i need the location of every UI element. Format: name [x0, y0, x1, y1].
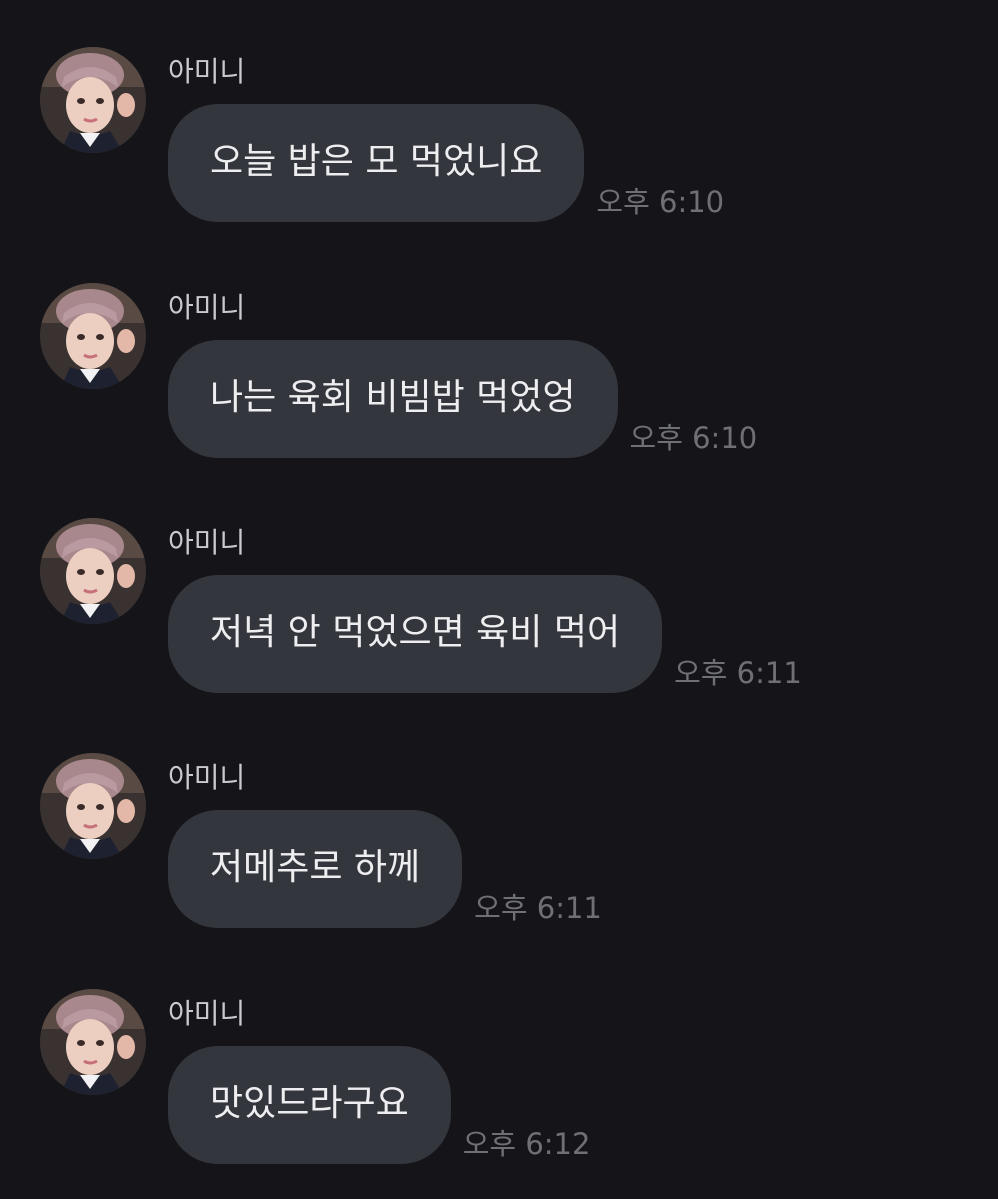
message-row: 나는 육회 비빔밥 먹었엉 오후 6:10 — [168, 340, 757, 458]
profile-photo-icon — [40, 518, 146, 624]
chat-message: 아미니 맛있드라구요 오후 6:12 — [0, 944, 998, 1180]
message-bubble[interactable]: 오늘 밥은 모 먹었니요 — [168, 104, 585, 222]
message-bubble[interactable]: 나는 육회 비빔밥 먹었엉 — [168, 340, 618, 458]
message-row: 맛있드라구요 오후 6:12 — [168, 1046, 590, 1164]
sender-avatar[interactable] — [40, 47, 146, 153]
message-row: 저녁 안 먹었으면 육비 먹어 오후 6:11 — [168, 575, 802, 693]
message-row: 오늘 밥은 모 먹었니요 오후 6:10 — [168, 104, 724, 222]
sender-avatar[interactable] — [40, 989, 146, 1095]
profile-photo-icon — [40, 753, 146, 859]
message-timestamp: 오후 6:10 — [629, 421, 758, 455]
sender-name: 아미니 — [168, 526, 246, 559]
message-bubble[interactable]: 저메추로 하께 — [168, 810, 463, 928]
message-timestamp: 오후 6:11 — [674, 656, 802, 690]
sender-name: 아미니 — [168, 55, 246, 88]
profile-photo-icon — [40, 989, 146, 1095]
chat-message: 아미니 오늘 밥은 모 먹었니요 오후 6:10 — [0, 2, 998, 238]
sender-name: 아미니 — [168, 291, 246, 324]
chat-message: 아미니 저메추로 하께 오후 6:11 — [0, 708, 998, 944]
profile-photo-icon — [40, 47, 146, 153]
message-bubble[interactable]: 맛있드라구요 — [168, 1046, 451, 1164]
message-timestamp: 오후 6:12 — [462, 1127, 591, 1161]
message-timestamp: 오후 6:11 — [474, 891, 602, 925]
sender-name: 아미니 — [168, 761, 246, 794]
message-row: 저메추로 하께 오후 6:11 — [168, 810, 602, 928]
message-bubble[interactable]: 저녁 안 먹었으면 육비 먹어 — [168, 575, 663, 693]
sender-avatar[interactable] — [40, 753, 146, 859]
sender-avatar[interactable] — [40, 283, 146, 389]
sender-name: 아미니 — [168, 997, 246, 1030]
chat-message-list: 아미니 오늘 밥은 모 먹었니요 오후 6:10 아미니 나는 육회 비빔밥 먹… — [0, 0, 998, 1199]
sender-avatar[interactable] — [40, 518, 146, 624]
chat-message: 아미니 나는 육회 비빔밥 먹었엉 오후 6:10 — [0, 238, 998, 474]
chat-message: 아미니 저녁 안 먹었으면 육비 먹어 오후 6:11 — [0, 473, 998, 709]
profile-photo-icon — [40, 283, 146, 389]
message-timestamp: 오후 6:10 — [596, 185, 725, 219]
